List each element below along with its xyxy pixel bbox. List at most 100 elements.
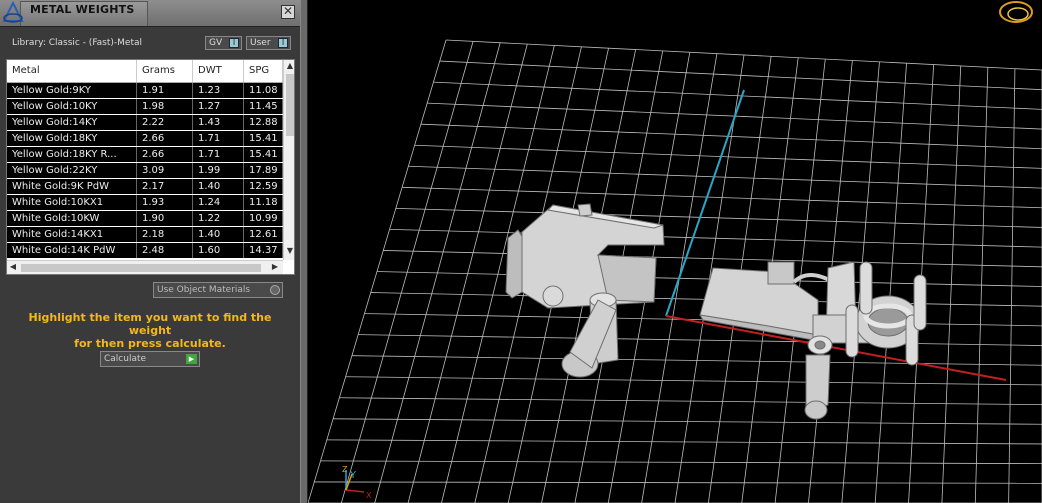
cell-spg: 15.41 [244,131,283,146]
cell-dwt: 1.60 [193,243,244,258]
table-row[interactable]: White Gold:10KW 1.90 1.22 10.99 [7,211,283,226]
vertical-scroll-thumb[interactable] [286,74,294,136]
table-row[interactable]: Yellow Gold:18KY R... 2.66 1.71 15.41 [7,147,283,162]
navigation-cube-icon[interactable] [999,1,1033,23]
grid-line [414,144,1042,169]
user-toggle[interactable]: User I [246,36,291,50]
cell-metal: Yellow Gold:18KY R... [7,147,137,162]
cell-grams: 1.91 [137,83,193,98]
cell-grams: 2.22 [137,115,193,130]
grid-line [345,376,1042,386]
axis-x-label: X [366,491,372,500]
table-row[interactable]: Yellow Gold:9KY 1.91 1.23 11.08 [7,83,283,98]
header-spg[interactable]: SPG [244,60,283,82]
cell-dwt: 1.71 [193,147,244,162]
cell-dwt: 1.40 [193,227,244,242]
cell-metal: Yellow Gold:14KY [7,115,137,130]
table-row[interactable]: Yellow Gold:14KY 2.22 1.43 12.88 [7,115,283,130]
cell-spg: 10.99 [244,211,283,226]
instruction-line-2: for then press calculate. [74,337,226,350]
table-row[interactable]: White Gold:9K PdW 2.17 1.40 12.59 [7,179,283,194]
cell-grams: 1.90 [137,211,193,226]
table-row[interactable]: White Gold:14K PdW 2.48 1.60 14.37 [7,243,283,258]
grid-line [402,186,1042,209]
use-object-materials-label: Use Object Materials [157,285,251,295]
table-row[interactable]: Yellow Gold:22KY 3.09 1.99 17.89 [7,163,283,178]
cell-grams: 1.93 [137,195,193,210]
cell-spg: 12.59 [244,179,283,194]
cell-metal: White Gold:14KX1 [7,227,137,242]
cell-grams: 2.17 [137,179,193,194]
use-object-materials-toggle[interactable]: Use Object Materials [153,282,283,298]
header-metal[interactable]: Metal [7,60,137,82]
cell-dwt: 1.27 [193,99,244,114]
model-left-part [505,203,665,378]
app-logo-icon [2,1,24,23]
table-horizontal-scrollbar[interactable]: ◀ ▶ [7,260,283,274]
calculate-label: Calculate [104,354,147,364]
scroll-left-icon[interactable]: ◀ [7,262,19,271]
ground-grid [308,39,1042,503]
cell-dwt: 1.24 [193,195,244,210]
grid-line [358,334,1042,346]
axis-z-label: Z [342,465,348,474]
cell-grams: 1.98 [137,99,193,114]
gv-toggle-key: I [229,38,239,48]
3d-viewport[interactable]: Y Z X [308,0,1042,503]
table-row[interactable]: White Gold:14KX1 2.18 1.40 12.61 [7,227,283,242]
scroll-down-icon[interactable]: ▼ [284,246,294,255]
grid-line [408,165,1042,189]
user-toggle-label: User [250,38,271,48]
cell-metal: Yellow Gold:22KY [7,163,137,178]
cell-dwt: 1.22 [193,211,244,226]
panel-splitter[interactable] [300,0,308,503]
cell-spg: 15.41 [244,147,283,162]
header-grams[interactable]: Grams [137,60,193,82]
table-header: Metal Grams DWT SPG [7,60,283,83]
grid-line [351,355,1042,366]
cell-grams: 2.48 [137,243,193,258]
table-row[interactable]: White Gold:10KX1 1.93 1.24 11.18 [7,195,283,210]
calculate-button[interactable]: Calculate ▶ [100,351,200,367]
metal-table[interactable]: Metal Grams DWT SPG Yellow Gold:9KY 1.91… [6,59,295,275]
viewport-canvas: Y Z X [308,1,1042,503]
horizontal-scroll-thumb[interactable] [21,264,261,272]
grid-line [389,229,1042,248]
cell-dwt: 1.23 [193,83,244,98]
radio-icon [270,285,280,295]
table-vertical-scrollbar[interactable]: ▲ ▼ [283,60,294,260]
cell-dwt: 1.43 [193,115,244,130]
cell-grams: 2.66 [137,131,193,146]
header-dwt[interactable]: DWT [193,60,244,82]
cell-dwt: 1.71 [193,131,244,146]
table-row[interactable]: Yellow Gold:10KY 1.98 1.27 11.45 [7,99,283,114]
cell-metal: Yellow Gold:18KY [7,131,137,146]
cell-metal: Yellow Gold:9KY [7,83,137,98]
play-arrow-icon: ▶ [186,354,197,364]
cell-metal: White Gold:14K PdW [7,243,137,258]
gv-toggle-label: GV [209,38,223,48]
cell-spg: 12.61 [244,227,283,242]
cell-metal: White Gold:9K PdW [7,179,137,194]
cell-spg: 11.18 [244,195,283,210]
panel-title: METAL WEIGHTS [30,3,135,16]
scroll-up-icon[interactable]: ▲ [284,61,294,70]
cell-spg: 11.45 [244,99,283,114]
cell-spg: 11.08 [244,83,283,98]
cell-metal: White Gold:10KX1 [7,195,137,210]
cell-grams: 2.18 [137,227,193,242]
table-row[interactable]: Yellow Gold:18KY 2.66 1.71 15.41 [7,131,283,146]
cell-grams: 2.66 [137,147,193,162]
close-button[interactable]: ✕ [281,5,295,19]
axis-triad-icon: Y Z X [342,465,372,500]
instruction-text: Highlight the item you want to find the … [10,311,290,350]
metal-weights-panel: METAL WEIGHTS ✕ Library: Classic - (Fast… [0,0,300,503]
scroll-right-icon[interactable]: ▶ [269,262,281,271]
gv-toggle[interactable]: GV I [205,36,242,50]
instruction-line-1: Highlight the item you want to find the … [28,311,272,337]
cell-grams: 3.09 [137,163,193,178]
library-label: Library: Classic - (Fast)-Metal [12,38,143,48]
grid-line [383,250,1042,268]
grid-line [395,207,1042,228]
user-toggle-key: I [278,38,288,48]
